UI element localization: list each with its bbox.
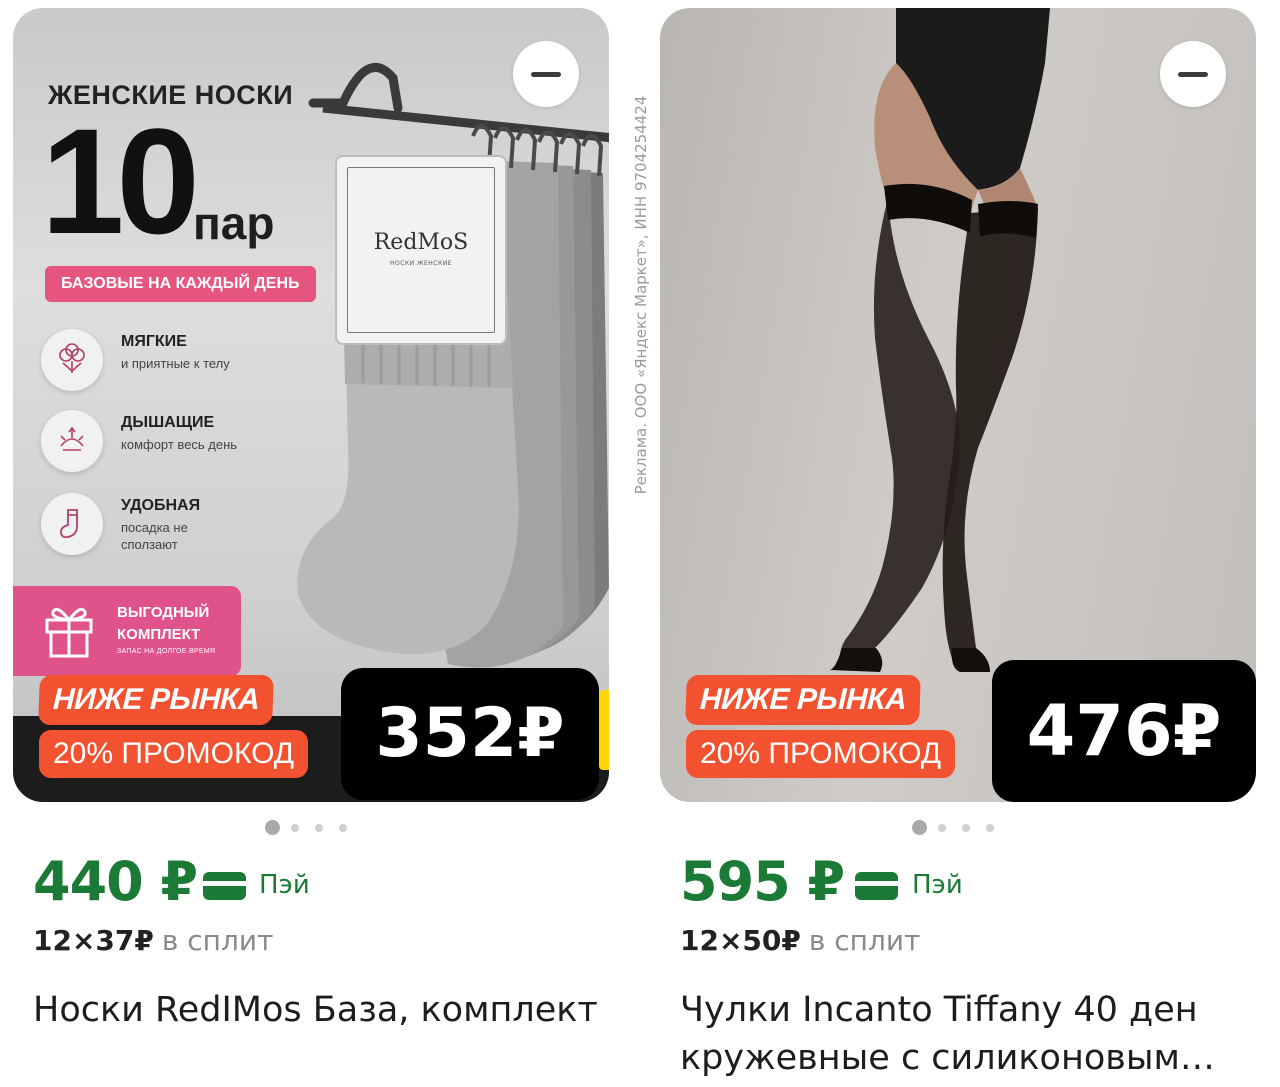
pay-label: Пэй xyxy=(259,870,310,900)
product-card[interactable]: НИЖЕ РЫНКА 20% ПРОМОКОД 476₽ 595 ₽ Пэй 1… xyxy=(660,8,1256,1078)
product-price: 595 ₽ xyxy=(680,850,845,913)
pagination-dot[interactable] xyxy=(315,824,323,832)
promo-price-badge: 352₽ xyxy=(341,668,599,800)
product-title[interactable]: Носки RedIMos База, комплект xyxy=(33,986,603,1034)
payment-card-icon xyxy=(855,872,898,900)
feature-title: МЯГКИЕ xyxy=(121,333,187,350)
brand-logo: RedMoS xyxy=(373,230,469,255)
feature-text: комфорт весь день xyxy=(121,437,238,452)
socks-illustration xyxy=(297,63,609,668)
bonus-subtitle: ЗАПАС НА ДОЛГОЕ ВРЕМЯ xyxy=(117,648,216,655)
promo-count: 10 xyxy=(41,97,200,265)
feature-text: посадка не сползают xyxy=(121,520,188,552)
feature-item: УДОБНАЯ посадка не сползают xyxy=(41,493,241,563)
cotton-icon xyxy=(41,329,103,391)
hide-ad-button[interactable] xyxy=(513,41,579,107)
minus-icon xyxy=(531,72,561,77)
ad-disclaimer: Реклама. ООО «Яндекс Маркет», ИНН 970425… xyxy=(632,95,650,495)
pagination-dot[interactable] xyxy=(265,820,280,835)
pagination-dot[interactable] xyxy=(912,820,927,835)
feature-item: ДЫШАЩИЕ комфорт весь день xyxy=(41,410,241,480)
sock-icon xyxy=(41,493,103,555)
feature-text: и приятные к телу xyxy=(121,356,230,371)
gift-icon xyxy=(45,607,93,658)
split-label: в сплит xyxy=(808,924,921,957)
product-image[interactable]: НИЖЕ РЫНКА 20% ПРОМОКОД 476₽ xyxy=(660,8,1256,802)
breathable-icon xyxy=(41,410,103,472)
split-amount: 12×37₽ xyxy=(33,924,154,957)
hide-ad-button[interactable] xyxy=(1160,41,1226,107)
product-title[interactable]: Чулки Incanto Tiffany 40 ден кружевные с… xyxy=(680,986,1250,1082)
bonus-box: ВЫГОДНЫЙ КОМПЛЕКТ ЗАПАС НА ДОЛГОЕ ВРЕМЯ xyxy=(13,586,241,676)
promo-unit: пар xyxy=(193,197,275,249)
pagination-dot[interactable] xyxy=(986,824,994,832)
bonus-title: ВЫГОДНЫЙ КОМПЛЕКТ xyxy=(117,604,210,643)
split-amount: 12×50₽ xyxy=(680,924,801,957)
below-market-badge: НИЖЕ РЫНКА xyxy=(685,675,922,725)
accent-edge xyxy=(599,690,609,770)
below-market-badge: НИЖЕ РЫНКА xyxy=(38,675,275,725)
product-feed: RedMoS НОСКИ ЖЕНСКИЕ ЖЕНСКИЕ НОСКИ 10 па… xyxy=(0,0,1280,1087)
brand-tag: RedMoS НОСКИ ЖЕНСКИЕ xyxy=(335,155,507,345)
split-payment[interactable]: 12×50₽ в сплит xyxy=(680,924,920,957)
feature-title: УДОБНАЯ xyxy=(121,497,201,514)
pagination-dot[interactable] xyxy=(962,824,970,832)
pagination-dot[interactable] xyxy=(291,824,299,832)
feature-title: ДЫШАЩИЕ xyxy=(121,414,215,431)
promo-code-badge: 20% ПРОМОКОД xyxy=(39,730,309,778)
pay-label: Пэй xyxy=(912,870,963,900)
split-label: в сплит xyxy=(161,924,274,957)
product-card[interactable]: RedMoS НОСКИ ЖЕНСКИЕ ЖЕНСКИЕ НОСКИ 10 па… xyxy=(13,8,609,1030)
minus-icon xyxy=(1178,72,1208,77)
promo-code-badge: 20% ПРОМОКОД xyxy=(686,730,956,778)
pagination-dot[interactable] xyxy=(938,824,946,832)
payment-card-icon xyxy=(203,872,246,900)
product-price: 440 ₽ xyxy=(33,850,198,913)
product-image[interactable]: RedMoS НОСКИ ЖЕНСКИЕ ЖЕНСКИЕ НОСКИ 10 па… xyxy=(13,8,609,802)
split-payment[interactable]: 12×37₽ в сплит xyxy=(33,924,273,957)
brand-tag-subtitle: НОСКИ ЖЕНСКИЕ xyxy=(389,260,453,267)
promo-price-badge: 476₽ xyxy=(992,660,1256,802)
pagination-dot[interactable] xyxy=(339,824,347,832)
promo-ribbon: БАЗОВЫЕ НА КАЖДЫЙ ДЕНЬ xyxy=(45,266,316,302)
feature-item: МЯГКИЕ и приятные к телу xyxy=(41,329,241,399)
